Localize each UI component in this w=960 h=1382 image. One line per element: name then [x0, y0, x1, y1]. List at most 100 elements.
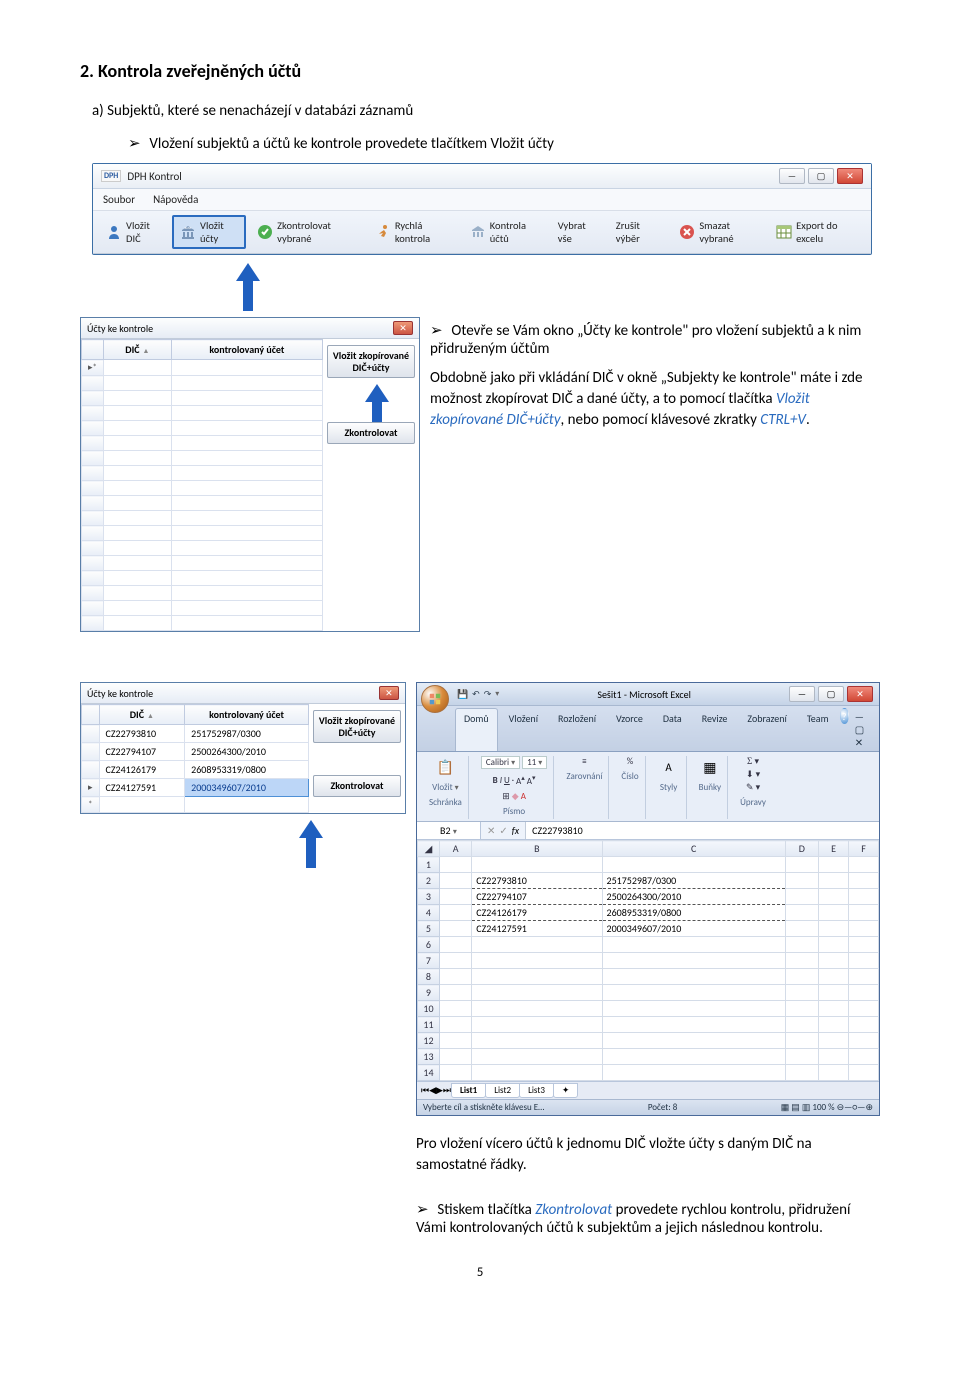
maximize-button[interactable]: ▢ [818, 686, 844, 702]
cell[interactable] [439, 1001, 471, 1017]
cell[interactable] [439, 985, 471, 1001]
vlozit-dic-button[interactable]: Vložit DIČ [99, 216, 168, 248]
menu-soubor[interactable]: Soubor [103, 193, 135, 206]
cell[interactable] [439, 969, 471, 985]
cell[interactable] [602, 1065, 785, 1081]
zrusit-vyber-button[interactable]: Zrušit výběr [609, 216, 669, 248]
cell[interactable] [785, 937, 818, 953]
sheet-nav-next[interactable]: ▶ [436, 1085, 443, 1096]
font-grow-button[interactable]: A▴ [516, 773, 525, 787]
export-excel-button[interactable]: Export do excelu [769, 216, 865, 248]
row-header[interactable]: 9 [417, 985, 439, 1001]
align-icon[interactable]: ≡ [582, 756, 586, 767]
zoom-out-button[interactable]: ⊖ [837, 1102, 845, 1113]
cell[interactable] [602, 1049, 785, 1065]
zoom-in-button[interactable]: ⊕ [865, 1102, 873, 1113]
cell[interactable]: CZ22794107 [472, 889, 602, 905]
cell[interactable] [472, 1065, 602, 1081]
cell[interactable] [439, 921, 471, 937]
cell-ucet[interactable]: 2000349607/2010 [185, 779, 309, 797]
save-icon[interactable]: 💾 [457, 689, 468, 700]
cell[interactable] [849, 1033, 879, 1049]
cell[interactable] [472, 985, 602, 1001]
cell[interactable] [439, 857, 471, 873]
cell[interactable] [785, 969, 818, 985]
col-dic[interactable]: DIČ▲ [99, 705, 185, 725]
cell[interactable] [818, 1049, 848, 1065]
bold-button[interactable]: B [493, 775, 498, 786]
undo-icon[interactable]: ↶ [472, 689, 480, 700]
close-button[interactable]: ✕ [837, 168, 863, 184]
cell[interactable] [472, 857, 602, 873]
cell[interactable] [849, 1049, 879, 1065]
cell[interactable] [818, 969, 848, 985]
view-normal-button[interactable]: ▦ [781, 1102, 790, 1113]
cell[interactable] [849, 985, 879, 1001]
cell[interactable] [785, 1017, 818, 1033]
col-dic[interactable]: DIČ▲ [104, 340, 172, 360]
row-header[interactable]: 8 [417, 969, 439, 985]
cell[interactable] [849, 1065, 879, 1081]
sheet-nav-first[interactable]: ⏮ [421, 1085, 429, 1096]
row-header[interactable]: 12 [417, 1033, 439, 1049]
fill-color-button[interactable]: ◆ [512, 791, 519, 802]
cell[interactable] [849, 921, 879, 937]
col-ucet[interactable]: kontrolovaný účet [185, 705, 309, 725]
font-select[interactable]: Calibri ▾ [481, 756, 520, 769]
cell[interactable] [849, 873, 879, 889]
cell[interactable] [785, 1049, 818, 1065]
cell[interactable] [439, 873, 471, 889]
new-sheet-tab[interactable]: ✦ [553, 1083, 579, 1098]
tab-revize[interactable]: Revize [693, 708, 737, 751]
help-button[interactable]: ? [840, 708, 849, 724]
dialog-close-button[interactable]: ✕ [393, 321, 413, 335]
row-header[interactable]: 4 [417, 905, 439, 921]
col-header[interactable]: E [818, 841, 848, 857]
cell[interactable] [818, 873, 848, 889]
cell[interactable]: 2000349607/2010 [602, 921, 785, 937]
cell[interactable] [818, 953, 848, 969]
col-header[interactable]: C [602, 841, 785, 857]
smazat-vybrane-button[interactable]: Smazat vybrané [672, 216, 765, 248]
cell[interactable] [602, 1017, 785, 1033]
cell[interactable] [602, 857, 785, 873]
cell[interactable] [439, 1033, 471, 1049]
cell[interactable] [849, 937, 879, 953]
select-all-cell[interactable]: ◢ [417, 841, 439, 857]
minimize-button[interactable]: — [789, 686, 815, 702]
cell[interactable] [849, 1017, 879, 1033]
minimize-button[interactable]: — [779, 168, 805, 184]
sheet-tab-list2[interactable]: List2 [485, 1083, 520, 1098]
cell[interactable] [818, 857, 848, 873]
italic-button[interactable]: I [500, 775, 502, 786]
cell[interactable] [602, 1001, 785, 1017]
maximize-button[interactable]: ▢ [808, 168, 834, 184]
underline-button[interactable]: U [504, 775, 510, 786]
cell[interactable] [785, 889, 818, 905]
qat-menu[interactable]: ▾ [495, 689, 499, 699]
cell[interactable]: 2500264300/2010 [602, 889, 785, 905]
row-header[interactable]: 2 [417, 873, 439, 889]
font-shrink-button[interactable]: A▾ [527, 773, 536, 787]
cell[interactable]: 2608953319/0800 [602, 905, 785, 921]
border-button[interactable]: ⊞ [502, 791, 510, 802]
tab-vzorce[interactable]: Vzorce [607, 708, 652, 751]
cell[interactable] [849, 905, 879, 921]
tab-team[interactable]: Team [798, 708, 838, 751]
name-box[interactable]: B2 ▾ [417, 822, 481, 839]
cell-ucet[interactable]: 2608953319/0800 [185, 761, 309, 779]
cell[interactable] [818, 889, 848, 905]
dialog-close-button[interactable]: ✕ [379, 686, 399, 700]
cell-ucet[interactable]: 2500264300/2010 [185, 743, 309, 761]
col-ucet[interactable]: kontrolovaný účet [171, 340, 322, 360]
cell[interactable]: CZ22793810 [472, 873, 602, 889]
cell[interactable] [785, 857, 818, 873]
cell[interactable]: CZ24126179 [472, 905, 602, 921]
paste-icon[interactable]: 📋 [434, 756, 456, 778]
col-header[interactable]: A [439, 841, 471, 857]
accept-formula-button[interactable]: ✓ [499, 824, 507, 837]
cell[interactable] [472, 1033, 602, 1049]
cell-dic[interactable]: CZ22793810 [99, 725, 185, 743]
cell-dic[interactable]: CZ22794107 [99, 743, 185, 761]
cell[interactable] [818, 1065, 848, 1081]
